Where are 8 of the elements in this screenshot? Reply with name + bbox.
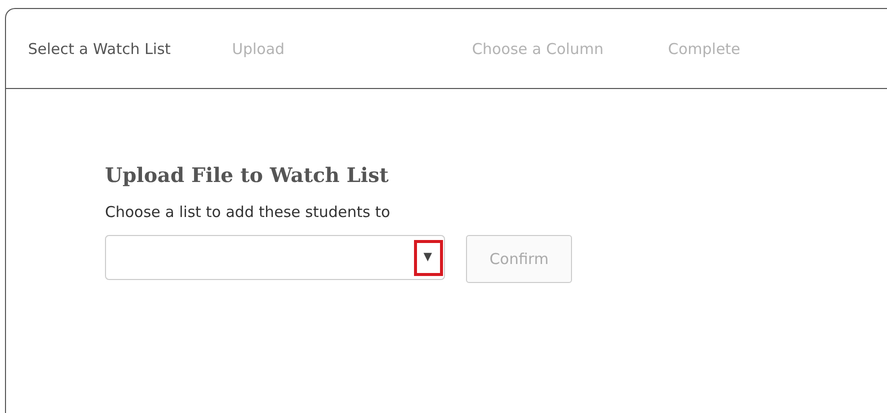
step-tab[interactable]: Select a Watch List — [28, 40, 171, 58]
caret-icon: ▼ — [424, 249, 432, 265]
list-select[interactable]: ▼ — [105, 235, 445, 280]
section-heading: Upload File to Watch List — [105, 163, 389, 187]
step-tab[interactable]: Complete — [668, 40, 740, 58]
prompt-text: Choose a list to add these students to — [105, 203, 390, 221]
step-tab[interactable]: Upload — [232, 40, 285, 58]
step-tab[interactable]: Choose a Column — [472, 40, 604, 58]
